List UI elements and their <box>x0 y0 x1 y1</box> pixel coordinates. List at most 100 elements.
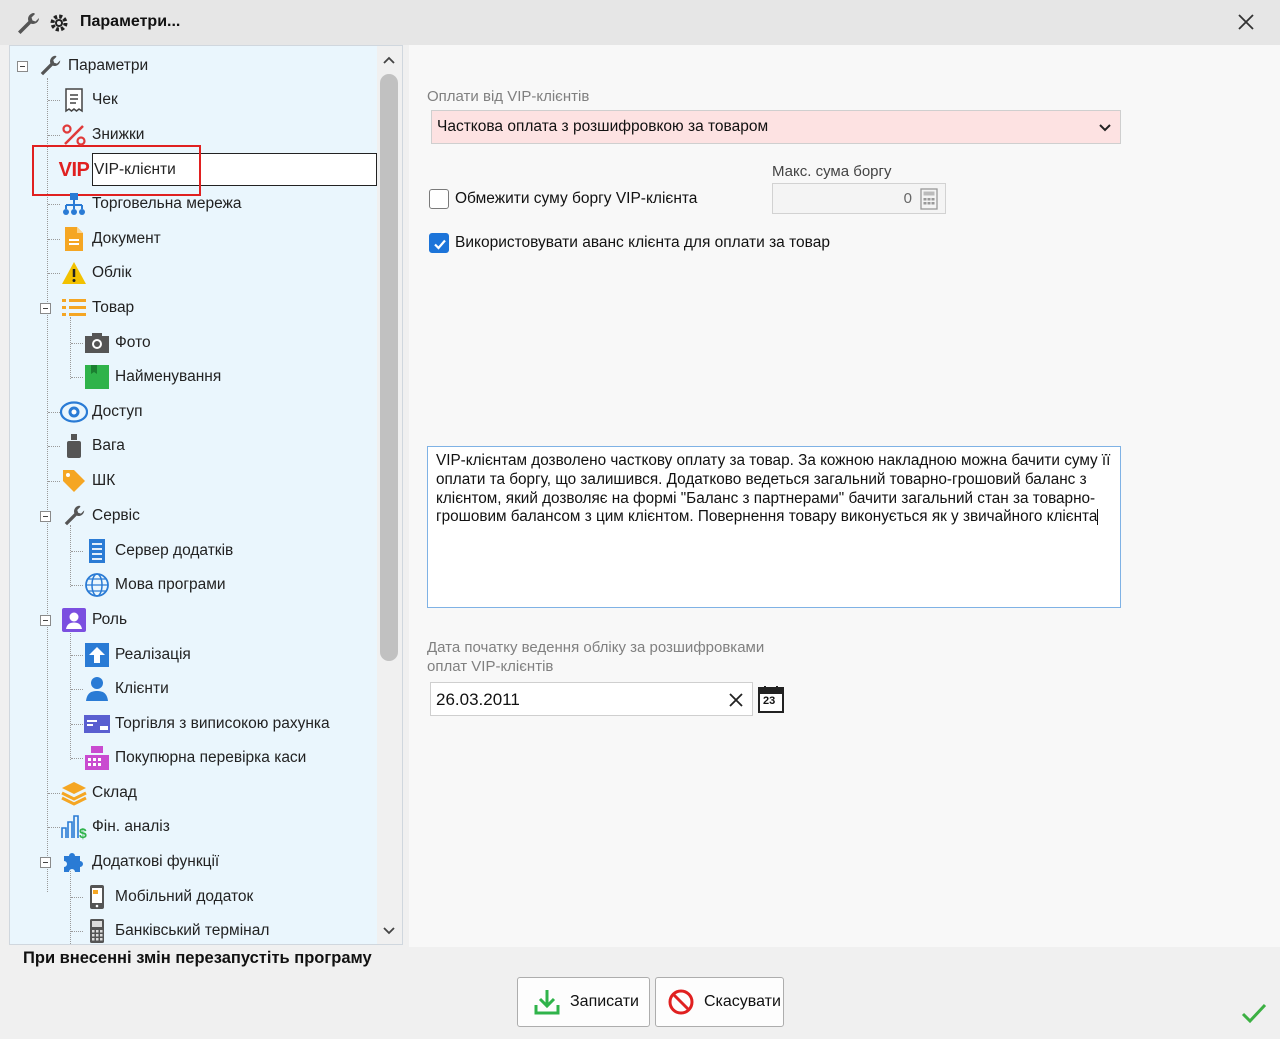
max-debt-value: 0 <box>903 190 912 207</box>
collapse-toggle[interactable] <box>17 61 28 72</box>
tree-item-app-server[interactable]: Сервер додатків <box>83 536 233 566</box>
save-button[interactable]: Записати <box>517 977 650 1027</box>
tree-item-fin-analysis[interactable]: $ Фін. аналіз <box>60 812 170 842</box>
tree-connector <box>71 897 83 898</box>
tree-connector <box>71 551 83 552</box>
scrollbar-thumb[interactable] <box>380 74 398 661</box>
tree-item-bank-terminal[interactable]: Банківський термінал <box>83 916 269 944</box>
list-icon <box>60 294 88 322</box>
calendar-badge: 23 <box>763 695 776 707</box>
tree-scrollbar[interactable] <box>377 46 402 944</box>
tree-connector <box>71 758 83 759</box>
tree-connector <box>47 78 48 892</box>
collapse-toggle[interactable] <box>40 303 51 314</box>
checkmark-icon <box>434 239 446 250</box>
settings-tree[interactable]: Параметри Чек Знижки VIP VIP-клієнти Тор… <box>9 45 403 945</box>
tree-connector <box>71 585 83 586</box>
cancel-button[interactable]: Скасувати <box>655 977 784 1027</box>
payments-value: Часткова оплата з розшифровкою за товаро… <box>437 118 769 135</box>
payments-dropdown[interactable]: Часткова оплата з розшифровкою за товаро… <box>431 110 1121 144</box>
tree-connector <box>48 412 60 413</box>
max-debt-input[interactable]: 0 <box>772 183 946 214</box>
tree-item-role[interactable]: Роль <box>60 605 127 635</box>
tree-item-service[interactable]: Сервіс <box>60 501 140 531</box>
tree-item-barcode[interactable]: ШК <box>60 466 115 496</box>
tree-connector <box>71 343 83 344</box>
payments-label: Оплати від VIP-клієнтів <box>427 88 590 105</box>
description-text: VIP-клієнтам дозволено часткову оплату з… <box>436 452 1111 526</box>
close-icon[interactable] <box>1232 8 1260 36</box>
tree-item-language[interactable]: Мова програми <box>83 570 226 600</box>
tree-connector <box>48 239 60 240</box>
tag-icon <box>60 467 88 495</box>
weight-icon <box>60 432 88 460</box>
calculator-icon[interactable] <box>920 188 938 210</box>
tree-connector <box>48 135 60 136</box>
tree-item-photo[interactable]: Фото <box>83 328 151 358</box>
tree-item-discounts[interactable]: Знижки <box>60 120 144 150</box>
tree-item-naming[interactable]: Найменування <box>83 362 221 392</box>
tree-connector <box>71 931 83 932</box>
percent-icon <box>60 121 88 149</box>
title-bar: Параметри... <box>0 0 1280 45</box>
receipt-icon <box>60 86 88 114</box>
svg-text:$: $ <box>79 825 87 840</box>
tree-connector <box>71 724 83 725</box>
tree-item-vip-clients[interactable]: VIP VIP-клієнти <box>58 155 176 185</box>
layers-icon <box>60 779 88 807</box>
globe-icon <box>83 571 111 599</box>
vip-icon: VIP <box>58 158 90 181</box>
limit-debt-checkbox[interactable] <box>429 189 449 209</box>
tree-item-trade-network[interactable]: Торговельна мережа <box>60 189 242 219</box>
chevron-down-icon <box>1099 124 1111 132</box>
tree-item-extra-functions[interactable]: Додаткові функції <box>60 847 219 877</box>
tree-connector <box>48 446 60 447</box>
tree-connector <box>71 655 83 656</box>
tree-connector <box>48 481 60 482</box>
mobile-icon <box>83 883 111 911</box>
wrench-icon <box>60 502 88 530</box>
scroll-down-icon[interactable] <box>382 924 396 938</box>
use-advance-checkbox[interactable] <box>429 233 449 253</box>
ok-check-icon <box>1241 1003 1267 1024</box>
restart-note: При внесенні змін перезапустіть програму <box>23 949 372 967</box>
terminal-icon <box>83 917 111 944</box>
gear-icon <box>50 14 68 32</box>
cash-register-icon <box>83 744 111 772</box>
scroll-up-icon[interactable] <box>382 53 396 67</box>
calendar-button[interactable]: 23 <box>758 685 784 713</box>
tree-item-warehouse[interactable]: Склад <box>60 778 137 808</box>
start-date-input[interactable]: 26.03.2011 <box>430 682 753 716</box>
tree-item-mobile-app[interactable]: Мобільний додаток <box>83 882 253 912</box>
tree-item-clients[interactable]: Клієнти <box>83 674 169 704</box>
use-advance-label: Використовувати аванс клієнта для оплати… <box>455 234 830 251</box>
tree-item-document[interactable]: Документ <box>60 224 161 254</box>
user-card-icon <box>60 606 88 634</box>
limit-debt-label: Обмежити суму боргу VIP-клієнта <box>455 190 698 207</box>
tree-item-access[interactable]: Доступ <box>60 397 142 427</box>
clear-icon[interactable] <box>728 692 744 708</box>
collapse-toggle[interactable] <box>40 857 51 868</box>
tree-item-invoice-trade[interactable]: Торгівля з виписокою рахунка <box>83 709 330 739</box>
server-icon <box>83 537 111 565</box>
tree-item-parameters[interactable]: Параметри <box>36 51 148 81</box>
upload-icon <box>83 641 111 669</box>
tree-item-sales[interactable]: Реалізація <box>83 640 191 670</box>
tree-item-receipt[interactable]: Чек <box>60 85 118 115</box>
wrench-icon <box>36 52 64 80</box>
tree-item-weight[interactable]: Вага <box>60 431 125 461</box>
tree-item-cash-check[interactable]: Покупюрна перевірка каси <box>83 743 306 773</box>
document-icon <box>60 225 88 253</box>
download-icon <box>534 990 560 1015</box>
card-icon <box>83 710 111 738</box>
collapse-toggle[interactable] <box>40 511 51 522</box>
description-textarea[interactable]: VIP-клієнтам дозволено часткову оплату з… <box>427 446 1121 608</box>
tree-item-goods[interactable]: Товар <box>60 293 134 323</box>
tree-item-accounting[interactable]: Облік <box>60 258 132 288</box>
tree-connector <box>71 377 83 378</box>
warning-icon <box>60 259 88 287</box>
tree-connector <box>70 317 71 379</box>
network-icon <box>60 190 88 218</box>
puzzle-icon <box>60 848 88 876</box>
collapse-toggle[interactable] <box>40 615 51 626</box>
